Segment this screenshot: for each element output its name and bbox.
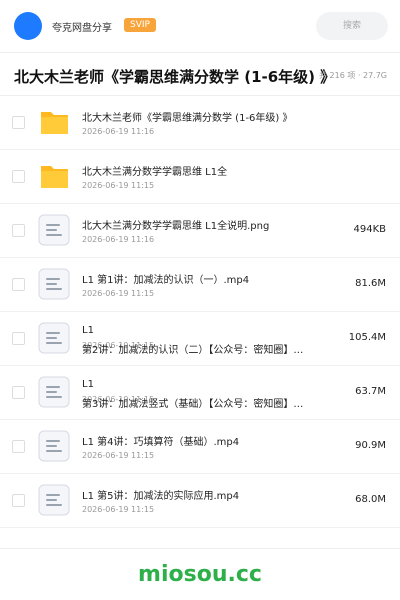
file-name[interactable]: L1 第1讲：加减法的认识（一）.mp4 — [82, 271, 332, 286]
folder-icon — [38, 106, 70, 138]
file-date: 2026-06-19 11:15 — [82, 181, 155, 190]
file-size: 63.7M — [355, 386, 386, 397]
document-icon — [38, 484, 70, 516]
select-checkbox[interactable] — [12, 386, 25, 399]
file-name-line2[interactable]: 第2讲：加减法的认识（二）【公众号：密知圈】… — [82, 341, 332, 356]
document-icon — [38, 322, 70, 354]
file-name[interactable]: L1 — [82, 379, 332, 390]
header-divider — [0, 52, 400, 53]
file-row[interactable]: 北大木兰老师《学霸思维满分数学 (1-6年级) 》 2026-06-19 11:1… — [0, 96, 400, 150]
select-checkbox[interactable] — [12, 224, 25, 237]
file-date: 2026-06-19 11:15 — [82, 451, 155, 460]
file-name[interactable]: 北大木兰老师《学霸思维满分数学 (1-6年级) 》 — [82, 109, 332, 124]
page-title: 北大木兰老师《学霸思维满分数学 (1-6年级) 》 — [14, 68, 336, 86]
select-checkbox[interactable] — [12, 116, 25, 129]
file-date: 2026-06-19 11:16 — [82, 127, 155, 136]
file-row[interactable]: L1 第4讲：巧填算符（基础）.mp4 2026-06-19 11:15 90.9M — [0, 420, 400, 474]
file-name-line2[interactable]: 第3讲：加减法竖式（基础）【公众号：密知圈】… — [82, 395, 332, 410]
file-row[interactable]: 北大木兰满分数学学霸思维 L1全说明.png 2026-06-19 11:16 49… — [0, 204, 400, 258]
file-row[interactable]: 北大木兰满分数学学霸思维 L1全 2026-06-19 11:15 — [0, 150, 400, 204]
file-size: 105.4M — [348, 332, 386, 343]
document-icon — [38, 214, 70, 246]
share-owner-name: 夸克网盘分享 — [52, 23, 112, 34]
file-row[interactable]: L1 2026-06-19 11:15 第2讲：加减法的认识（二）【公众号：密知圈】… — [0, 312, 400, 366]
document-icon — [38, 430, 70, 462]
svip-badge: SVIP — [124, 18, 156, 32]
file-row[interactable]: L1 第1讲：加减法的认识（一）.mp4 2026-06-19 11:15 81.6… — [0, 258, 400, 312]
folder-summary: 共 216 项 · 27.7G — [319, 71, 387, 80]
file-name[interactable]: L1 — [82, 325, 332, 336]
file-row[interactable]: L1 第5讲：加减法的实际应用.mp4 2026-06-19 11:15 68.0M — [0, 474, 400, 528]
file-size: 494KB — [353, 224, 386, 235]
top-bar: 夸克网盘分享 SVIP 搜索 — [0, 0, 400, 52]
document-icon — [38, 268, 70, 300]
footer-divider — [0, 548, 400, 549]
file-row[interactable]: L1 2026-06-19 11:15 第3讲：加减法竖式（基础）【公众号：密知圈】… — [0, 366, 400, 420]
select-checkbox[interactable] — [12, 440, 25, 453]
file-name[interactable]: L1 第5讲：加减法的实际应用.mp4 — [82, 487, 332, 502]
file-date: 2026-06-19 11:15 — [82, 505, 155, 514]
file-size: 90.9M — [355, 440, 386, 451]
folder-icon — [38, 160, 70, 192]
file-name[interactable]: L1 第4讲：巧填算符（基础）.mp4 — [82, 433, 332, 448]
file-size: 81.6M — [355, 278, 386, 289]
file-size: 68.0M — [355, 494, 386, 505]
select-checkbox[interactable] — [12, 278, 25, 291]
select-checkbox[interactable] — [12, 332, 25, 345]
file-date: 2026-06-19 11:15 — [82, 289, 155, 298]
document-icon — [38, 376, 70, 408]
row-divider — [0, 527, 400, 528]
watermark: miosou.cc — [138, 562, 262, 587]
select-checkbox[interactable] — [12, 170, 25, 183]
avatar[interactable] — [14, 12, 42, 40]
file-name[interactable]: 北大木兰满分数学学霸思维 L1全说明.png — [82, 217, 332, 232]
search-input[interactable]: 搜索 — [316, 12, 388, 40]
file-name[interactable]: 北大木兰满分数学学霸思维 L1全 — [82, 163, 332, 178]
file-date: 2026-06-19 11:16 — [82, 235, 155, 244]
select-checkbox[interactable] — [12, 494, 25, 507]
